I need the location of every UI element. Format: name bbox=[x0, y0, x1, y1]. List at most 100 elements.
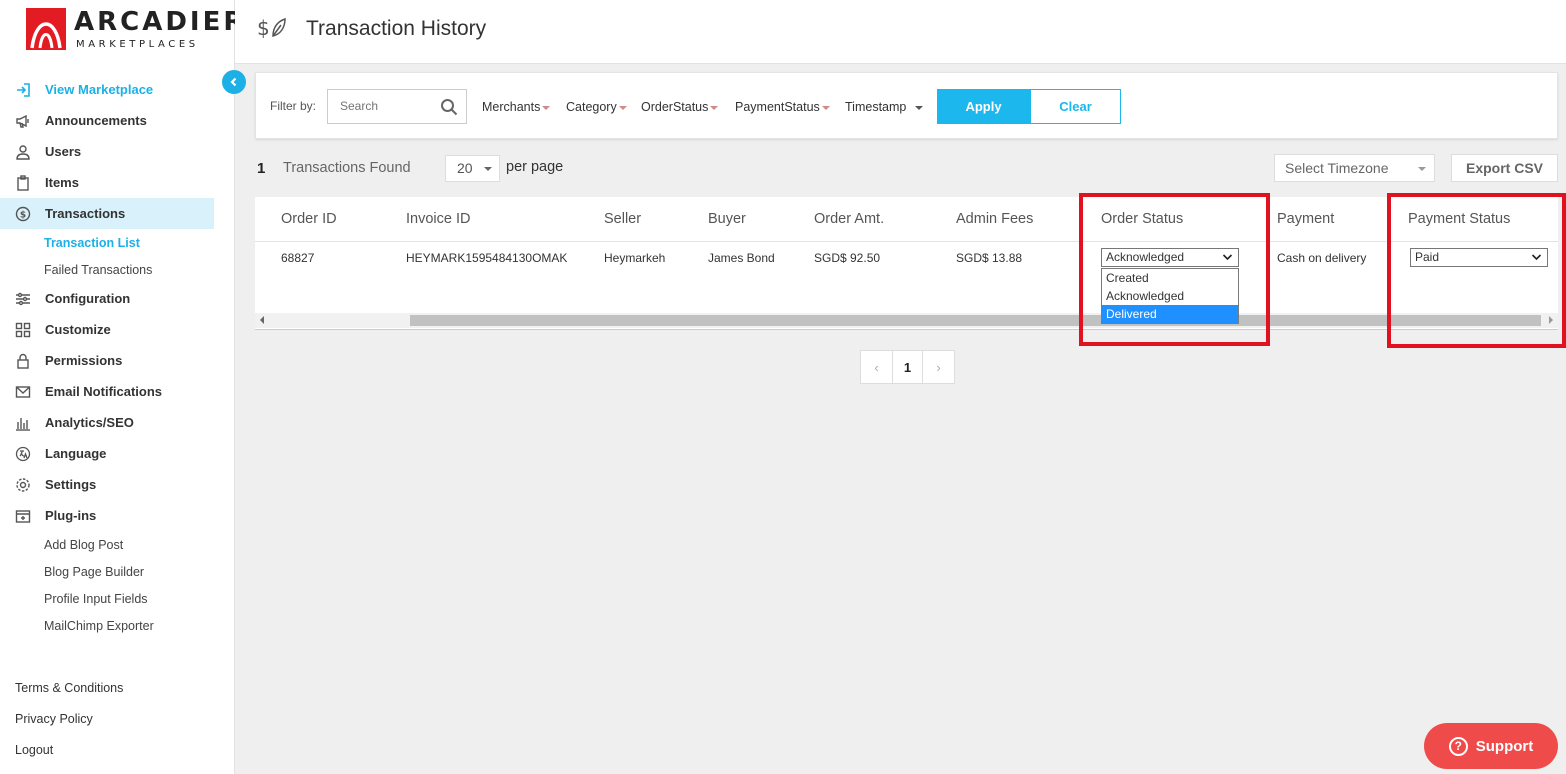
pagination-next-button[interactable]: › bbox=[923, 351, 954, 383]
sidebar-item-plug-ins[interactable]: Plug-ins bbox=[0, 500, 214, 531]
sidebar-subitem-transaction-list[interactable]: Transaction List bbox=[0, 229, 214, 256]
scroll-right-arrow-icon[interactable] bbox=[1549, 316, 1553, 324]
enter-icon bbox=[15, 82, 31, 98]
merchants-filter-dropdown[interactable]: Merchants bbox=[482, 100, 551, 114]
sidebar-item-announcements[interactable]: Announcements bbox=[0, 105, 214, 136]
option-acknowledged[interactable]: Acknowledged bbox=[1102, 287, 1238, 305]
sidebar-item-transactions[interactable]: $ Transactions bbox=[0, 198, 214, 229]
column-header-buyer[interactable]: Buyer bbox=[708, 211, 746, 227]
column-header-payment-status[interactable]: Payment Status bbox=[1408, 211, 1510, 227]
column-header-order-amt[interactable]: Order Amt. bbox=[814, 211, 884, 227]
clear-button[interactable]: Clear bbox=[1030, 89, 1121, 124]
brand-name: ARCADIER bbox=[74, 7, 247, 37]
caret-down-icon bbox=[618, 105, 627, 110]
option-delivered[interactable]: Delivered bbox=[1102, 305, 1238, 323]
user-icon bbox=[15, 144, 31, 160]
support-label: Support bbox=[1475, 737, 1534, 755]
export-csv-button[interactable]: Export CSV bbox=[1451, 154, 1558, 182]
caret-down-icon bbox=[914, 105, 923, 110]
sidebar-item-items[interactable]: Items bbox=[0, 167, 214, 198]
option-created[interactable]: Created bbox=[1102, 269, 1238, 287]
dropdown-label: Timestamp bbox=[845, 100, 907, 114]
sidebar-subitem-add-blog-post[interactable]: Add Blog Post bbox=[0, 531, 214, 558]
filter-bar: Filter by: Merchants Category OrderStatu… bbox=[255, 72, 1558, 139]
column-header-order-status[interactable]: Order Status bbox=[1101, 211, 1183, 227]
column-header-order-id[interactable]: Order ID bbox=[281, 211, 337, 227]
column-header-seller[interactable]: Seller bbox=[604, 211, 641, 227]
dollar-circle-icon: $ bbox=[15, 206, 31, 222]
question-circle-icon: ? bbox=[1448, 736, 1468, 756]
page-title: Transaction History bbox=[306, 17, 487, 40]
sidebar-item-label: Plug-ins bbox=[45, 508, 97, 523]
scrollbar-thumb[interactable] bbox=[410, 315, 1541, 326]
per-page-select[interactable]: 20 bbox=[445, 155, 500, 182]
sidebar: ARCADIER MARKETPLACES View Marketplace A… bbox=[0, 0, 243, 774]
sidebar-item-label: Transactions bbox=[45, 206, 126, 221]
transactions-table: Order ID Invoice ID Seller Buyer Order A… bbox=[255, 197, 1558, 330]
horizontal-scrollbar[interactable] bbox=[255, 313, 1558, 328]
sidebar-subitem-mailchimp-exporter[interactable]: MailChimp Exporter bbox=[0, 612, 214, 639]
sidebar-subitem-blog-page-builder[interactable]: Blog Page Builder bbox=[0, 558, 214, 585]
cell-order-amt: SGD$ 92.50 bbox=[814, 251, 881, 265]
sidebar-subitem-failed-transactions[interactable]: Failed Transactions bbox=[0, 256, 214, 283]
search-icon[interactable] bbox=[440, 98, 458, 116]
payment-status-value: Paid bbox=[1415, 250, 1440, 264]
chevron-down-icon bbox=[1222, 254, 1233, 261]
pagination-page-1[interactable]: 1 bbox=[892, 351, 923, 383]
terms-link[interactable]: Terms & Conditions bbox=[0, 672, 214, 703]
sidebar-item-language[interactable]: Language bbox=[0, 438, 214, 469]
payment-status-select[interactable]: Paid bbox=[1410, 248, 1548, 267]
caret-down-icon bbox=[542, 105, 551, 110]
sidebar-item-label: Announcements bbox=[45, 113, 147, 128]
cell-buyer: James Bond bbox=[708, 251, 775, 265]
sidebar-item-analytics-seo[interactable]: Analytics/SEO bbox=[0, 407, 214, 438]
sidebar-item-label: Items bbox=[45, 175, 79, 190]
order-status-select[interactable]: Acknowledged bbox=[1101, 248, 1239, 267]
pagination: ‹ 1 › bbox=[860, 350, 955, 384]
per-page-value: 20 bbox=[457, 160, 473, 176]
translate-icon bbox=[15, 446, 31, 462]
sidebar-item-permissions[interactable]: Permissions bbox=[0, 345, 214, 376]
sidebar-item-customize[interactable]: Customize bbox=[0, 314, 214, 345]
chevron-left-icon bbox=[229, 74, 239, 90]
lock-icon bbox=[15, 353, 31, 369]
cell-invoice-id[interactable]: HEYMARK1595484130OMAK bbox=[406, 251, 567, 265]
search-input[interactable] bbox=[340, 99, 440, 113]
support-button[interactable]: ? Support bbox=[1424, 723, 1558, 769]
column-header-invoice-id[interactable]: Invoice ID bbox=[406, 211, 470, 227]
dropdown-label: PaymentStatus bbox=[735, 100, 820, 114]
caret-down-icon bbox=[821, 105, 830, 110]
column-header-admin-fees[interactable]: Admin Fees bbox=[956, 211, 1033, 227]
category-filter-dropdown[interactable]: Category bbox=[566, 100, 627, 114]
cell-order-id[interactable]: 68827 bbox=[281, 251, 314, 265]
sidebar-item-settings[interactable]: Settings bbox=[0, 469, 214, 500]
sidebar-item-view-marketplace[interactable]: View Marketplace bbox=[0, 74, 214, 105]
pagination-prev-button[interactable]: ‹ bbox=[861, 351, 892, 383]
dropdown-label: OrderStatus bbox=[641, 100, 709, 114]
sidebar-item-configuration[interactable]: Configuration bbox=[0, 283, 214, 314]
sidebar-item-users[interactable]: Users bbox=[0, 136, 214, 167]
sidebar-footer-links: Terms & Conditions Privacy Policy Logout bbox=[0, 672, 214, 765]
timezone-select[interactable]: Select Timezone bbox=[1274, 154, 1435, 182]
sidebar-item-label: Analytics/SEO bbox=[45, 415, 134, 430]
logout-link[interactable]: Logout bbox=[0, 734, 214, 765]
search-field[interactable] bbox=[327, 89, 467, 124]
sidebar-item-label: Language bbox=[45, 446, 107, 461]
order-status-filter-dropdown[interactable]: OrderStatus bbox=[641, 100, 719, 114]
privacy-link[interactable]: Privacy Policy bbox=[0, 703, 214, 734]
timestamp-filter-dropdown[interactable]: Timestamp bbox=[845, 100, 923, 114]
svg-text:$: $ bbox=[20, 210, 26, 220]
payment-status-filter-dropdown[interactable]: PaymentStatus bbox=[735, 100, 830, 114]
clipboard-icon bbox=[15, 174, 31, 191]
arcadier-logo[interactable]: ARCADIER MARKETPLACES bbox=[26, 7, 243, 52]
sidebar-item-email-notifications[interactable]: Email Notifications bbox=[0, 376, 214, 407]
sidebar-subitem-profile-input-fields[interactable]: Profile Input Fields bbox=[0, 585, 214, 612]
column-header-payment[interactable]: Payment bbox=[1277, 211, 1334, 227]
sidebar-collapse-button[interactable] bbox=[222, 70, 246, 94]
caret-down-icon bbox=[484, 167, 492, 171]
apply-button[interactable]: Apply bbox=[937, 89, 1030, 124]
scroll-left-arrow-icon[interactable] bbox=[260, 316, 264, 324]
transaction-count-label: Transactions Found bbox=[283, 160, 411, 176]
dropdown-label: Merchants bbox=[482, 100, 541, 114]
sidebar-item-label: View Marketplace bbox=[45, 82, 154, 97]
